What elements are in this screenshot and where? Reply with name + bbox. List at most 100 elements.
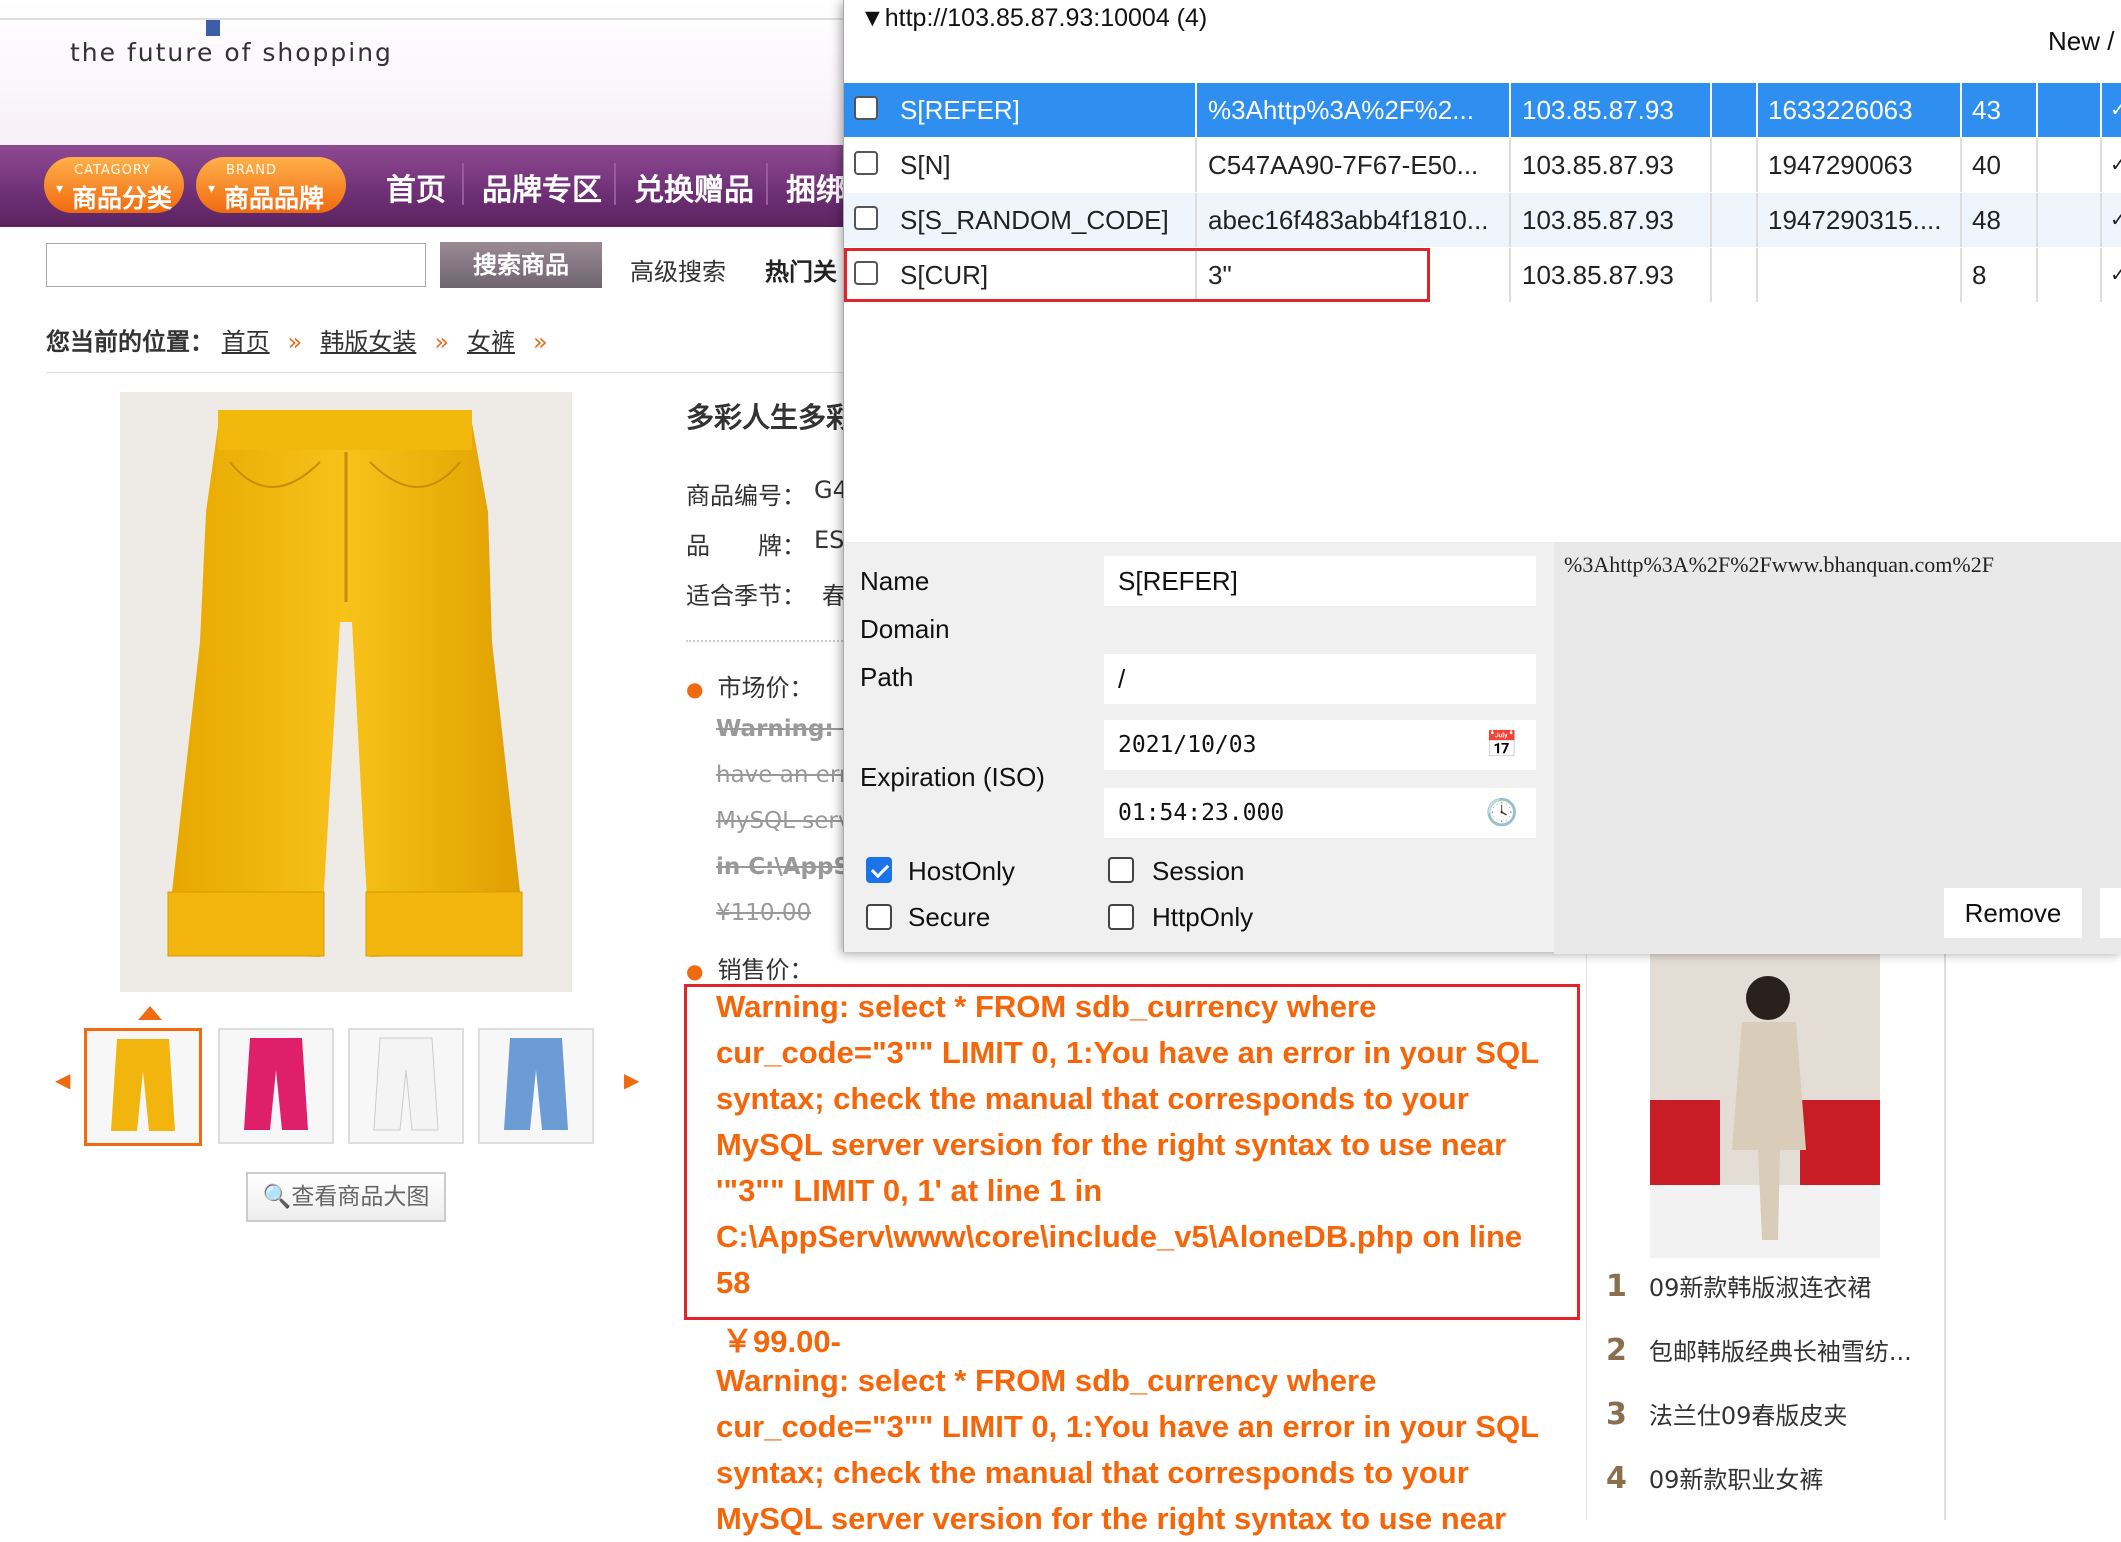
category-menu-button[interactable]: CATAGORY ▾ 商品分类 [44, 157, 184, 213]
sql-warning-line: syntax; check the manual that correspond… [716, 1455, 1469, 1490]
column-divider [1756, 138, 1758, 192]
nav-divider [766, 163, 768, 205]
caret-down-icon: ▾ [56, 181, 64, 197]
search-input[interactable] [46, 243, 426, 287]
ranking-number: 4 [1606, 1461, 1627, 1496]
column-divider [2036, 248, 2038, 302]
nav-home[interactable]: 首页 [386, 165, 446, 209]
breadcrumb-korean-womens[interactable]: 韩版女装 [320, 328, 416, 356]
expiration-time-field[interactable]: 01:54:23.000 🕓 [1104, 788, 1536, 838]
category-label: 商品分类 [72, 184, 173, 213]
sql-warning-line: C:\AppServ\www\core\include_v5\AloneDB.p… [716, 1219, 1523, 1254]
site-tagline: the future of shopping [70, 38, 393, 67]
cookie-expires [1768, 248, 1958, 302]
expiration-date-field[interactable]: 2021/10/03 📅 [1104, 720, 1536, 770]
market-price-warning: have an erro [716, 762, 846, 788]
nav-bundle[interactable]: 捆绑 [786, 165, 846, 209]
sale-price-value: ￥99.00- [722, 1324, 841, 1359]
expiration-label: Expiration (ISO) [860, 762, 1045, 792]
sql-warning-line: Warning: select * FROM sdb_currency wher… [716, 989, 1377, 1024]
ranking-item[interactable]: 3 法兰仕09春版皮夹 [1606, 1396, 1847, 1432]
check-icon: ✓ [2110, 209, 2121, 231]
column-divider [1509, 83, 1511, 137]
ranking-number: 3 [1606, 1397, 1627, 1432]
column-divider [2100, 193, 2102, 247]
attr-label-brand: 品 牌： [686, 532, 806, 560]
cookie-row[interactable]: S[REFER] %3Ahttp%3A%2F%2... 103.85.87.93… [844, 83, 2121, 137]
path-field-value: / [1118, 664, 1126, 694]
ranking-item[interactable]: 2 包邮韩版经典长袖雪纺... [1606, 1332, 1912, 1368]
hostonly-checkbox[interactable] [866, 857, 892, 883]
breadcrumb-home[interactable]: 首页 [222, 328, 270, 356]
cookie-row[interactable]: S[N] C547AA90-7F67-E50... 103.85.87.93 1… [844, 138, 2121, 192]
sql-warning-line: 58 [716, 1265, 751, 1300]
breadcrumb: 您当前的位置： 首页 » 韩版女装 » 女裤 » [46, 322, 566, 357]
nav-brand-zone[interactable]: 品牌专区 [482, 165, 602, 209]
breadcrumb-womens-pants[interactable]: 女裤 [467, 328, 515, 356]
cookie-domain: 103.85.87.93 [1522, 95, 1674, 125]
cookie-size: 8 [1972, 260, 1987, 290]
ranking-number: 2 [1606, 1333, 1627, 1368]
cookie-row[interactable]: S[S_RANDOM_CODE] abec16f483abb4f1810... … [844, 193, 2121, 247]
sql-warning-line: Warning: select * FROM sdb_currency wher… [716, 1363, 1377, 1398]
cookie-domain: 103.85.87.93 [1522, 260, 1674, 290]
ranking-label: 09新款职业女裤 [1648, 1466, 1824, 1494]
cookie-expires: 1947290315.... [1768, 205, 1942, 235]
secure-checkbox[interactable] [866, 904, 892, 930]
column-divider [1756, 193, 1758, 247]
cookie-name: S[N] [900, 150, 951, 180]
row-checkbox[interactable] [854, 96, 878, 120]
thumbnail-white[interactable] [348, 1028, 464, 1144]
remove-cookie-button[interactable]: Remove [1944, 888, 2082, 938]
cookie-host-group[interactable]: ▼http://103.85.87.93:10004 (4) [860, 4, 1207, 33]
session-checkbox[interactable] [1108, 857, 1134, 883]
sql-warning-line: cur_code="3"" LIMIT 0, 1:You have an err… [716, 1035, 1540, 1070]
thumbnail-yellow[interactable] [84, 1028, 202, 1146]
cookie-value: abec16f483abb4f1810... [1208, 205, 1489, 235]
ranking-item[interactable]: 4 09新款职业女裤 [1606, 1460, 1823, 1496]
logo[interactable] [206, 20, 220, 36]
calendar-icon[interactable]: 📅 [1486, 720, 1518, 770]
thumbnail-pink[interactable] [218, 1028, 334, 1144]
column-divider [1509, 193, 1511, 247]
path-field[interactable]: / [1104, 654, 1536, 704]
advanced-search-link[interactable]: 高级搜索 [630, 252, 726, 287]
product-image[interactable] [120, 392, 572, 992]
search-button[interactable]: 搜索商品 [440, 242, 602, 288]
zoom-icon: 🔍 [262, 1184, 292, 1210]
column-divider [1710, 138, 1712, 192]
column-divider [1756, 248, 1758, 302]
ranking-item[interactable]: 1 09新款韩版淑连衣裙 [1606, 1268, 1871, 1304]
main-nav: CATAGORY ▾ 商品分类 BRAND ▾ 商品品牌 首页 品牌专区 兑换赠… [0, 145, 850, 227]
row-checkbox[interactable] [854, 151, 878, 175]
secure-label: Secure [908, 902, 991, 932]
httponly-checkbox[interactable] [1108, 904, 1134, 930]
brand-menu-button[interactable]: BRAND ▾ 商品品牌 [196, 157, 346, 213]
thumbnail-blue[interactable] [478, 1028, 594, 1144]
row-checkbox[interactable] [854, 206, 878, 230]
sql-warning-line: MySQL server version for the right synta… [716, 1501, 1507, 1536]
save-cookie-button[interactable] [2100, 888, 2121, 938]
breadcrumb-separator: » [533, 328, 548, 356]
column-divider [1195, 193, 1197, 247]
column-divider [1195, 138, 1197, 192]
name-field[interactable]: S[REFER] [1104, 556, 1536, 606]
cookie-domain: 103.85.87.93 [1522, 205, 1674, 235]
sql-warning-line: cur_code="3"" LIMIT 0, 1:You have an err… [716, 1409, 1540, 1444]
clock-icon[interactable]: 🕓 [1486, 788, 1518, 838]
view-large-image-button[interactable]: 🔍查看商品大图 [246, 1172, 446, 1222]
ranking-label: 法兰仕09春版皮夹 [1648, 1402, 1848, 1430]
sidebar-product-image[interactable] [1650, 950, 1880, 1258]
column-divider [1195, 83, 1197, 137]
market-price-label: 市场价： [717, 674, 814, 702]
market-price-row: ● 市场价： [686, 674, 814, 702]
attr-label-season: 适合季节： [686, 582, 806, 610]
market-price-warning: MySQL serv [716, 808, 846, 834]
new-cookie-button[interactable]: New / [2048, 26, 2114, 57]
view-large-label: 查看商品大图 [291, 1184, 430, 1210]
prev-arrow-icon[interactable]: ◀ [55, 1068, 70, 1092]
nav-gift-exchange[interactable]: 兑换赠品 [634, 165, 754, 209]
cookie-value-text[interactable]: %3Ahttp%3A%2F%2Fwww.bhanquan.com%2F [1564, 552, 1994, 578]
divider [46, 372, 846, 373]
next-arrow-icon[interactable]: ▶ [624, 1068, 639, 1092]
